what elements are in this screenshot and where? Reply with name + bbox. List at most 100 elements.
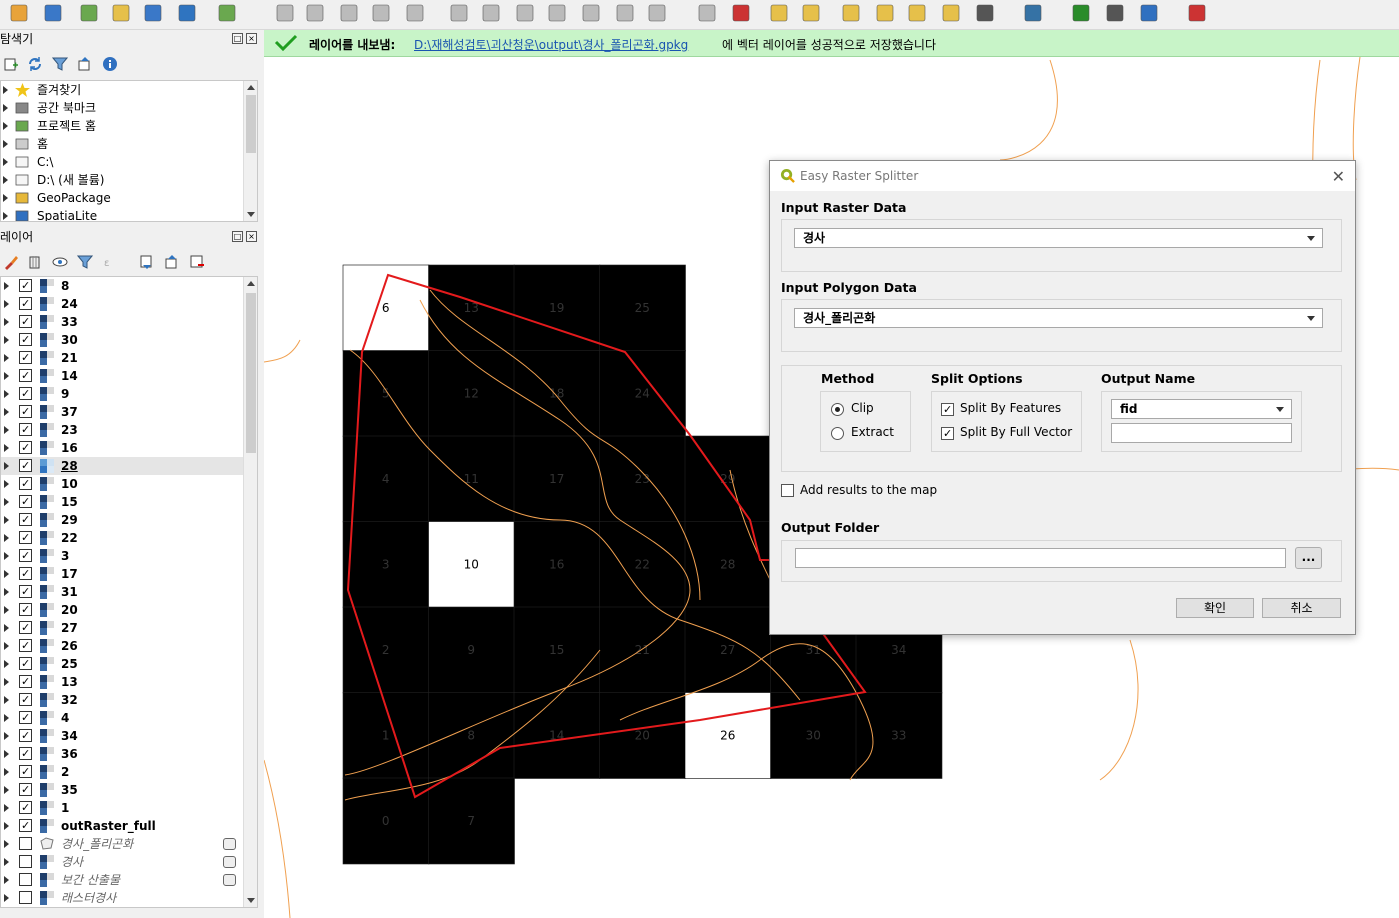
label-rotate-icon[interactable] bbox=[906, 1, 930, 25]
browser-item[interactable]: 홈 bbox=[1, 135, 245, 153]
float-dock-button[interactable]: □ bbox=[232, 231, 243, 242]
output-folder-input[interactable] bbox=[795, 548, 1286, 568]
add-results-checkbox[interactable] bbox=[781, 484, 794, 497]
expand-arrow-icon[interactable] bbox=[4, 588, 9, 596]
new-virtual-layer-icon[interactable] bbox=[176, 1, 200, 25]
layer-visibility-checkbox[interactable] bbox=[19, 369, 32, 382]
profile-tool-icon[interactable] bbox=[1070, 1, 1094, 25]
collapse-all-icon[interactable] bbox=[77, 56, 93, 72]
open-data-source-manager-icon[interactable] bbox=[8, 1, 32, 25]
browser-item[interactable]: C:\ bbox=[1, 153, 245, 171]
save-edits-icon[interactable] bbox=[338, 1, 362, 25]
manage-visibility-icon[interactable] bbox=[52, 254, 68, 270]
label-abc-icon[interactable] bbox=[768, 1, 792, 25]
layer-row[interactable]: 35 bbox=[1, 781, 245, 799]
layer-visibility-checkbox[interactable] bbox=[19, 333, 32, 346]
layer-row[interactable]: 16 bbox=[1, 439, 245, 457]
digitize-icon[interactable] bbox=[110, 1, 134, 25]
python-console-icon[interactable] bbox=[1022, 1, 1046, 25]
layer-row[interactable]: 17 bbox=[1, 565, 245, 583]
layer-indicator-icon[interactable] bbox=[223, 874, 236, 886]
new-geopackage-layer-icon[interactable] bbox=[42, 1, 66, 25]
expand-arrow-icon[interactable] bbox=[4, 498, 9, 506]
expand-arrow-icon[interactable] bbox=[3, 122, 8, 130]
layer-visibility-checkbox[interactable] bbox=[19, 783, 32, 796]
layer-visibility-checkbox[interactable] bbox=[19, 657, 32, 670]
expand-arrow-icon[interactable] bbox=[4, 318, 9, 326]
layer-visibility-checkbox[interactable] bbox=[19, 351, 32, 364]
expand-arrow-icon[interactable] bbox=[4, 462, 9, 470]
layer-visibility-checkbox[interactable] bbox=[19, 729, 32, 742]
layer-visibility-checkbox[interactable] bbox=[19, 639, 32, 652]
layer-visibility-checkbox[interactable] bbox=[19, 873, 32, 886]
browser-item[interactable]: 공간 북마크 bbox=[1, 99, 245, 117]
filter-expression-icon[interactable]: ε bbox=[103, 254, 119, 270]
expand-arrow-icon[interactable] bbox=[4, 678, 9, 686]
layer-visibility-checkbox[interactable] bbox=[19, 405, 32, 418]
expand-arrow-icon[interactable] bbox=[4, 822, 9, 830]
layer-row[interactable]: 34 bbox=[1, 727, 245, 745]
layer-row[interactable]: 21 bbox=[1, 349, 245, 367]
undo-icon[interactable] bbox=[614, 1, 638, 25]
layer-row[interactable]: 27 bbox=[1, 619, 245, 637]
expand-arrow-icon[interactable] bbox=[4, 750, 9, 758]
expand-arrow-icon[interactable] bbox=[4, 858, 9, 866]
layer-row[interactable]: 22 bbox=[1, 529, 245, 547]
paste-features-icon[interactable] bbox=[580, 1, 604, 25]
expand-arrow-icon[interactable] bbox=[4, 408, 9, 416]
plugin-globe-icon[interactable] bbox=[974, 1, 998, 25]
layer-indicator-icon[interactable] bbox=[223, 856, 236, 868]
browser-tree[interactable]: 즐겨찾기 공간 북마크 프로젝트 홈 홈 C:\ D:\ (새 볼륨) GeoPackage… bbox=[0, 80, 258, 222]
output-name-input[interactable] bbox=[1111, 423, 1292, 443]
expand-arrow-icon[interactable] bbox=[4, 426, 9, 434]
layer-row[interactable]: 13 bbox=[1, 673, 245, 691]
redo-icon[interactable] bbox=[646, 1, 670, 25]
label-toolbar-icon[interactable] bbox=[696, 1, 720, 25]
expand-arrow-icon[interactable] bbox=[4, 660, 9, 668]
browse-folder-button[interactable]: ... bbox=[1295, 547, 1322, 569]
layers-tree[interactable]: 8243330211493723162810152922317312027262… bbox=[0, 276, 258, 908]
layer-visibility-checkbox[interactable] bbox=[19, 423, 32, 436]
expand-arrow-icon[interactable] bbox=[4, 714, 9, 722]
add-group-icon[interactable] bbox=[27, 254, 43, 270]
expand-arrow-icon[interactable] bbox=[4, 390, 9, 398]
layer-row[interactable]: 29 bbox=[1, 511, 245, 529]
new-spatialite-icon[interactable] bbox=[142, 1, 166, 25]
expand-arrow-icon[interactable] bbox=[3, 158, 8, 166]
browser-item[interactable]: 즐겨찾기 bbox=[1, 81, 245, 99]
expand-arrow-icon[interactable] bbox=[3, 212, 8, 220]
label-change-icon[interactable] bbox=[940, 1, 964, 25]
filter-icon[interactable] bbox=[52, 56, 68, 72]
expand-arrow-icon[interactable] bbox=[4, 516, 9, 524]
layer-visibility-checkbox[interactable] bbox=[19, 531, 32, 544]
vector-tools-icon[interactable] bbox=[216, 1, 240, 25]
close-dock-button[interactable]: × bbox=[246, 231, 257, 242]
layer-visibility-checkbox[interactable] bbox=[19, 621, 32, 634]
layer-row[interactable]: 28 bbox=[1, 457, 245, 475]
expand-arrow-icon[interactable] bbox=[4, 444, 9, 452]
browser-item[interactable]: GeoPackage bbox=[1, 189, 245, 207]
new-shapefile-layer-icon[interactable] bbox=[78, 1, 102, 25]
browser-item[interactable]: 프로젝트 홈 bbox=[1, 117, 245, 135]
expand-arrow-icon[interactable] bbox=[4, 534, 9, 542]
layer-row[interactable]: 경사 bbox=[1, 853, 245, 871]
add-feature-icon[interactable] bbox=[370, 1, 394, 25]
layer-row[interactable]: 10 bbox=[1, 475, 245, 493]
layer-row[interactable]: 36 bbox=[1, 745, 245, 763]
layer-visibility-checkbox[interactable] bbox=[19, 441, 32, 454]
layer-visibility-checkbox[interactable] bbox=[19, 747, 32, 760]
layer-visibility-checkbox[interactable] bbox=[19, 477, 32, 490]
layer-visibility-checkbox[interactable] bbox=[19, 693, 32, 706]
expand-arrow-icon[interactable] bbox=[4, 696, 9, 704]
expand-arrow-icon[interactable] bbox=[4, 570, 9, 578]
expand-arrow-icon[interactable] bbox=[4, 624, 9, 632]
close-dock-button[interactable]: × bbox=[246, 33, 257, 44]
layer-row[interactable]: 23 bbox=[1, 421, 245, 439]
layer-visibility-checkbox[interactable] bbox=[19, 279, 32, 292]
expand-arrow-icon[interactable] bbox=[3, 86, 8, 94]
layer-visibility-checkbox[interactable] bbox=[19, 711, 32, 724]
layer-indicator-icon[interactable] bbox=[223, 838, 236, 850]
expand-arrow-icon[interactable] bbox=[4, 300, 9, 308]
label-move-icon[interactable] bbox=[874, 1, 898, 25]
layer-row[interactable]: 25 bbox=[1, 655, 245, 673]
